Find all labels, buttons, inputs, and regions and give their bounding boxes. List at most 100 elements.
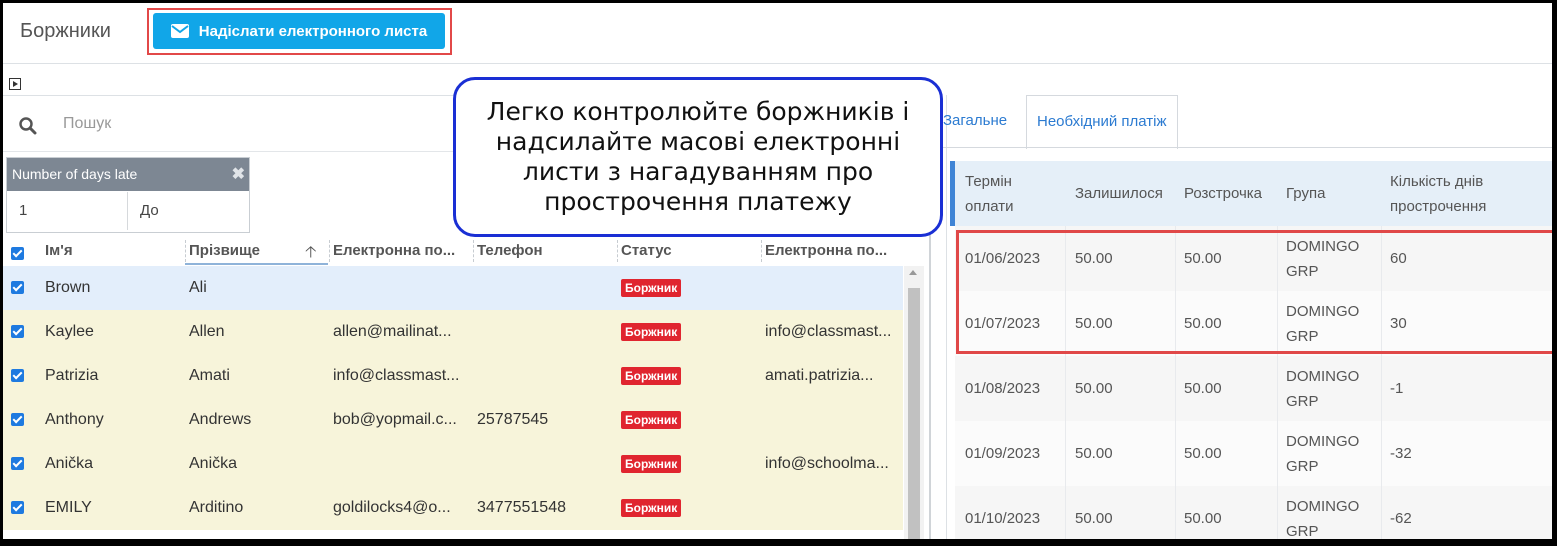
cell-days-overdue: -32 — [1390, 445, 1412, 462]
cell-phone: 25787545 — [477, 411, 549, 428]
cell-remaining: 50.00 — [1075, 380, 1113, 397]
column-group[interactable]: Група — [1286, 181, 1325, 206]
cell-separator — [1277, 356, 1278, 421]
cell-installment: 50.00 — [1184, 380, 1222, 397]
filter-header: Number of days late ✖ — [7, 158, 249, 191]
send-email-label: Надіслати електронного листа — [198, 22, 428, 40]
cell-first-name: Kaylee — [45, 323, 94, 340]
overdue-rows-highlight — [956, 230, 1552, 354]
cell-email-2: info@schoolma... — [765, 455, 889, 472]
cell-email: goldilocks4@o... — [333, 499, 451, 516]
status-badge: Боржник — [621, 279, 682, 297]
cell-first-name: Anthony — [45, 411, 104, 428]
tabs-underline — [931, 147, 1552, 148]
cell-last-name: Andrews — [189, 411, 252, 428]
search-input[interactable] — [61, 114, 365, 134]
scroll-up-icon[interactable] — [909, 270, 917, 275]
payment-row[interactable]: 01/08/2023 50.00 50.00 DOMINGO GRP -1 — [955, 356, 1552, 422]
column-phone[interactable]: Телефон — [477, 242, 543, 259]
cell-email: bob@yopmail.c... — [333, 411, 457, 428]
filter-separator — [127, 192, 128, 230]
status-badge: Боржник — [621, 499, 682, 517]
cell-separator — [1175, 421, 1176, 486]
cell-group: DOMINGO GRP — [1286, 433, 1360, 475]
table-row[interactable]: Anthony Andrews bob@yopmail.c... 2578754… — [3, 398, 903, 442]
cell-email: allen@mailinat... — [333, 323, 452, 340]
cell-email-2: info@classmast... — [765, 323, 892, 340]
row-checkbox[interactable] — [11, 413, 24, 426]
cell-separator — [1381, 421, 1382, 486]
cell-first-name: Anička — [45, 455, 94, 472]
cell-days-overdue: -62 — [1390, 510, 1412, 527]
debtors-grid: Brown Ali Боржник Kaylee Allen allen@mai… — [3, 266, 903, 539]
scroll-thumb[interactable] — [908, 288, 920, 539]
cell-email: info@classmast... — [333, 367, 460, 384]
top-bar: Боржники Надіслати електронного листа — [3, 3, 1552, 64]
column-separator — [329, 240, 330, 262]
payment-row[interactable]: 01/09/2023 50.00 50.00 DOMINGO GRP -32 — [955, 421, 1552, 487]
search-icon — [19, 117, 37, 135]
tab-general[interactable]: Загальне — [933, 95, 1017, 147]
cell-last-name: Arditino — [189, 499, 244, 516]
column-separator — [473, 240, 474, 262]
column-first-name[interactable]: Ім'я — [45, 242, 73, 259]
send-email-button[interactable]: Надіслати електронного листа — [153, 13, 445, 49]
cell-separator — [1381, 356, 1382, 421]
table-row[interactable]: Patrizia Amati info@classmast... Боржник… — [3, 354, 903, 398]
payment-row[interactable]: 01/10/2023 50.00 50.00 DOMINGO GRP -62 — [955, 486, 1552, 539]
pane-divider — [946, 95, 947, 539]
cell-separator — [1065, 421, 1066, 486]
table-row[interactable]: Kaylee Allen allen@mailinat... Боржник i… — [3, 310, 903, 354]
filter-title: Number of days late — [12, 166, 138, 182]
days-late-filter: Number of days late ✖ 1 До — [6, 157, 250, 233]
column-due-date[interactable]: Термін оплати — [965, 169, 1055, 219]
cell-separator — [1175, 356, 1176, 421]
cell-installment: 50.00 — [1184, 510, 1222, 527]
cell-separator — [1065, 356, 1066, 421]
row-checkbox[interactable] — [11, 281, 24, 294]
close-icon[interactable]: ✖ — [232, 158, 245, 191]
table-row[interactable]: EMILY Arditino goldilocks4@o... 34775515… — [3, 486, 903, 530]
feature-callout: Легко контролюйте боржників і надсилайте… — [453, 77, 943, 237]
cell-due-date: 01/09/2023 — [965, 445, 1041, 462]
cell-installment: 50.00 — [1184, 445, 1222, 462]
column-email[interactable]: Електронна по... — [333, 242, 467, 259]
cell-group: DOMINGO GRP — [1286, 498, 1360, 539]
cell-last-name: Ali — [189, 279, 207, 296]
row-checkbox[interactable] — [11, 369, 24, 382]
cell-remaining: 50.00 — [1075, 510, 1113, 527]
column-days-overdue[interactable]: Кількість днів прострочення — [1390, 169, 1540, 219]
cell-last-name: Anička — [189, 455, 238, 472]
cell-group: DOMINGO GRP — [1286, 368, 1360, 410]
cell-days-overdue: -1 — [1390, 380, 1404, 397]
cell-first-name: Brown — [45, 279, 91, 296]
column-last-name[interactable]: Прізвище — [189, 242, 260, 259]
filter-from-input[interactable]: 1 — [19, 192, 27, 230]
payments-header: Термін оплати Залишилося Розстрочка Груп… — [950, 161, 1552, 226]
cell-separator — [1381, 486, 1382, 539]
panel-toggle-icon[interactable] — [9, 78, 21, 90]
column-status[interactable]: Статус — [621, 242, 672, 259]
page-title: Боржники — [20, 20, 111, 42]
cell-due-date: 01/10/2023 — [965, 510, 1041, 527]
select-all-checkbox[interactable] — [11, 247, 24, 260]
column-remaining[interactable]: Залишилося — [1075, 181, 1163, 206]
status-badge: Боржник — [621, 455, 682, 473]
filter-to-input[interactable]: До — [140, 192, 159, 230]
column-separator — [761, 240, 762, 262]
status-badge: Боржник — [621, 367, 682, 385]
cell-first-name: Patrizia — [45, 367, 99, 384]
row-checkbox[interactable] — [11, 501, 24, 514]
row-checkbox[interactable] — [11, 325, 24, 338]
tab-required-payment[interactable]: Необхідний платіж — [1026, 95, 1178, 149]
envelope-icon — [170, 24, 189, 38]
grid-scrollbar[interactable] — [904, 266, 924, 539]
cell-phone: 3477551548 — [477, 499, 566, 516]
column-installment[interactable]: Розстрочка — [1184, 181, 1262, 206]
table-row[interactable]: Anička Anička Боржник info@schoolma... — [3, 442, 903, 486]
column-separator — [185, 240, 186, 262]
cell-separator — [1065, 486, 1066, 539]
table-row[interactable]: Brown Ali Боржник — [3, 266, 903, 310]
column-email-2[interactable]: Електронна по... — [765, 242, 899, 259]
row-checkbox[interactable] — [11, 457, 24, 470]
